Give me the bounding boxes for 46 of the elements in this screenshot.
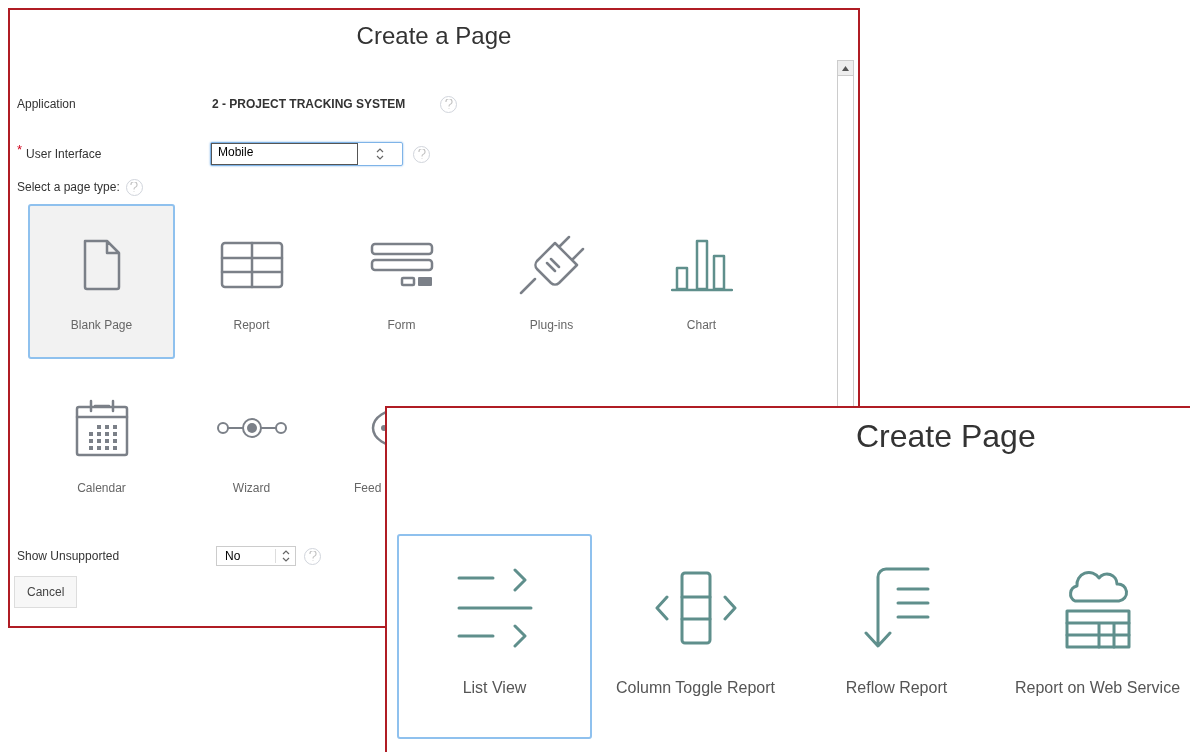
page-type-tile[interactable]: List View [397, 534, 592, 739]
page-type-label: Chart [686, 317, 717, 334]
up-down-chevron-icon [375, 147, 385, 161]
column-arrows-icon [654, 571, 737, 645]
page-type-label: Plug-ins [529, 317, 574, 334]
plug-icon [518, 235, 585, 295]
page-type-label: Reflow Report [845, 678, 948, 698]
page-type-label: Calendar [77, 480, 126, 497]
page-type-tile[interactable]: Report [178, 204, 325, 359]
page-type-tile[interactable]: Reflow Report [799, 534, 994, 739]
page-type-label: Report [233, 317, 270, 334]
user-interface-select[interactable]: Mobile [210, 142, 403, 166]
page-type-label: Column Toggle Report [616, 678, 775, 698]
application-value: 2 - PROJECT TRACKING SYSTEM [211, 96, 407, 113]
dialog-title: Create a Page [355, 21, 513, 51]
page-type-tile[interactable]: Report on Web Service [1000, 534, 1190, 739]
list-icon [456, 568, 533, 648]
show-unsupported-select[interactable]: No [216, 546, 296, 566]
page-type-label: Form [387, 317, 416, 334]
field-label: Application [17, 96, 76, 113]
field-label: Show Unsupported [17, 548, 121, 565]
page-type-label: Report on Web Service [1014, 678, 1181, 698]
bar-chart-icon [670, 238, 733, 292]
table-icon [219, 241, 284, 289]
page-type-tile[interactable]: Form [328, 204, 475, 359]
required-asterisk: * [17, 141, 23, 159]
page-type-label: List View [462, 678, 527, 698]
field-label: User Interface [26, 146, 102, 163]
up-down-chevron-icon [280, 549, 291, 563]
page-type-tile[interactable]: Wizard [178, 367, 325, 522]
page-type-label: Wizard [232, 480, 271, 497]
page-type-tile[interactable]: Column Toggle Report [598, 534, 793, 739]
page-type-tile[interactable]: Calendar [28, 367, 175, 522]
page-type-tile[interactable]: Plug-ins [478, 204, 625, 359]
cancel-button[interactable]: Cancel [14, 576, 78, 608]
dialog-title: Create Page [856, 418, 1036, 454]
scroll-up-icon[interactable] [842, 65, 849, 71]
form-icon [369, 242, 434, 288]
calendar-icon [74, 399, 129, 457]
page-type-tile[interactable]: Chart [628, 204, 775, 359]
page-type-tile[interactable]: Blank Page [28, 204, 175, 359]
steps-icon [215, 417, 288, 439]
page-type-label: Select a page type: [17, 179, 120, 196]
page-type-label: Blank Page [70, 317, 133, 334]
reflow-icon [863, 567, 930, 649]
page-type-label: Feed [354, 480, 382, 497]
